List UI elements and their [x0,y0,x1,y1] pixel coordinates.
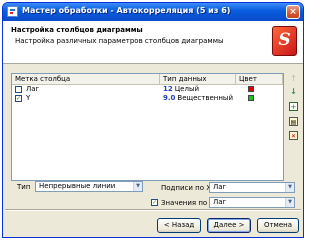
table-row[interactable]: Лаг 12 Целый [12,85,283,94]
wizard-header: Настройка столбцов диаграммы Настройка р… [3,21,303,64]
wizard-window: Мастер обработки - Автокорреляция (5 из … [2,2,304,238]
chevron-down-icon[interactable]: ▼ [285,198,294,207]
x-values-label[interactable]: Значения по X [161,199,214,207]
type-label: Тип [17,183,31,191]
x-values-value: Лаг [213,198,227,206]
window-title: Мастер обработки - Автокорреляция (5 из … [22,6,231,15]
statistica-logo-icon: S [272,26,297,56]
step-title: Настройка столбцов диаграммы [11,26,143,34]
back-button[interactable]: < Назад [157,218,201,233]
app-icon [7,6,18,17]
type-select-value: Непрерывные линии [39,182,116,190]
type-code: 12 [163,85,173,93]
column-header-color[interactable]: Цвет [236,74,283,84]
next-button[interactable]: Далее > [207,218,251,233]
row-label: Лаг [26,85,40,93]
x-values-select[interactable]: Лаг ▼ [209,197,295,208]
color-swatch[interactable] [248,95,254,101]
type-name: Вещественный [177,94,234,102]
chevron-down-icon[interactable]: ▼ [133,182,142,191]
column-header-label[interactable]: Метка столбца [12,74,160,84]
type-code: 9.0 [163,94,176,102]
divider [5,209,301,211]
x-values-checkbox[interactable]: ✓ [151,199,158,206]
row-checkbox[interactable] [15,86,22,93]
arrow-up-icon[interactable]: ↑ [289,74,298,83]
type-select[interactable]: Непрерывные линии ▼ [35,181,143,192]
cancel-button[interactable]: Отмена [257,218,299,233]
type-name: Целый [174,85,200,93]
x-labels-select[interactable]: Лаг ▼ [209,182,295,193]
title-bar[interactable]: Мастер обработки - Автокорреляция (5 из … [3,3,303,21]
step-subtitle: Настройка различных параметров столбцов … [15,37,224,45]
column-header-type[interactable]: Тип данных [160,74,236,84]
color-swatch[interactable] [248,86,254,92]
table-row[interactable]: ✓ Y 9.0 Вещественный [12,94,283,103]
grid-header: Метка столбца Тип данных Цвет [12,74,283,85]
arrow-down-icon[interactable]: ↓ [289,87,298,96]
row-type: 9.0 Вещественный [163,94,233,103]
row-checkbox[interactable]: ✓ [15,95,22,102]
close-button[interactable]: × [286,5,300,19]
row-label: Y [26,94,31,102]
add-column-icon[interactable]: + [289,102,298,111]
row-type: 12 Целый [163,85,199,94]
chevron-down-icon[interactable]: ▼ [285,183,294,192]
delete-icon[interactable]: ✕ [289,131,298,140]
x-labels-label: Подписи по X [161,184,212,192]
x-labels-value: Лаг [213,183,227,191]
properties-icon[interactable]: ▤ [289,117,298,126]
columns-grid[interactable]: Метка столбца Тип данных Цвет Лаг 12 Целы… [11,73,284,181]
